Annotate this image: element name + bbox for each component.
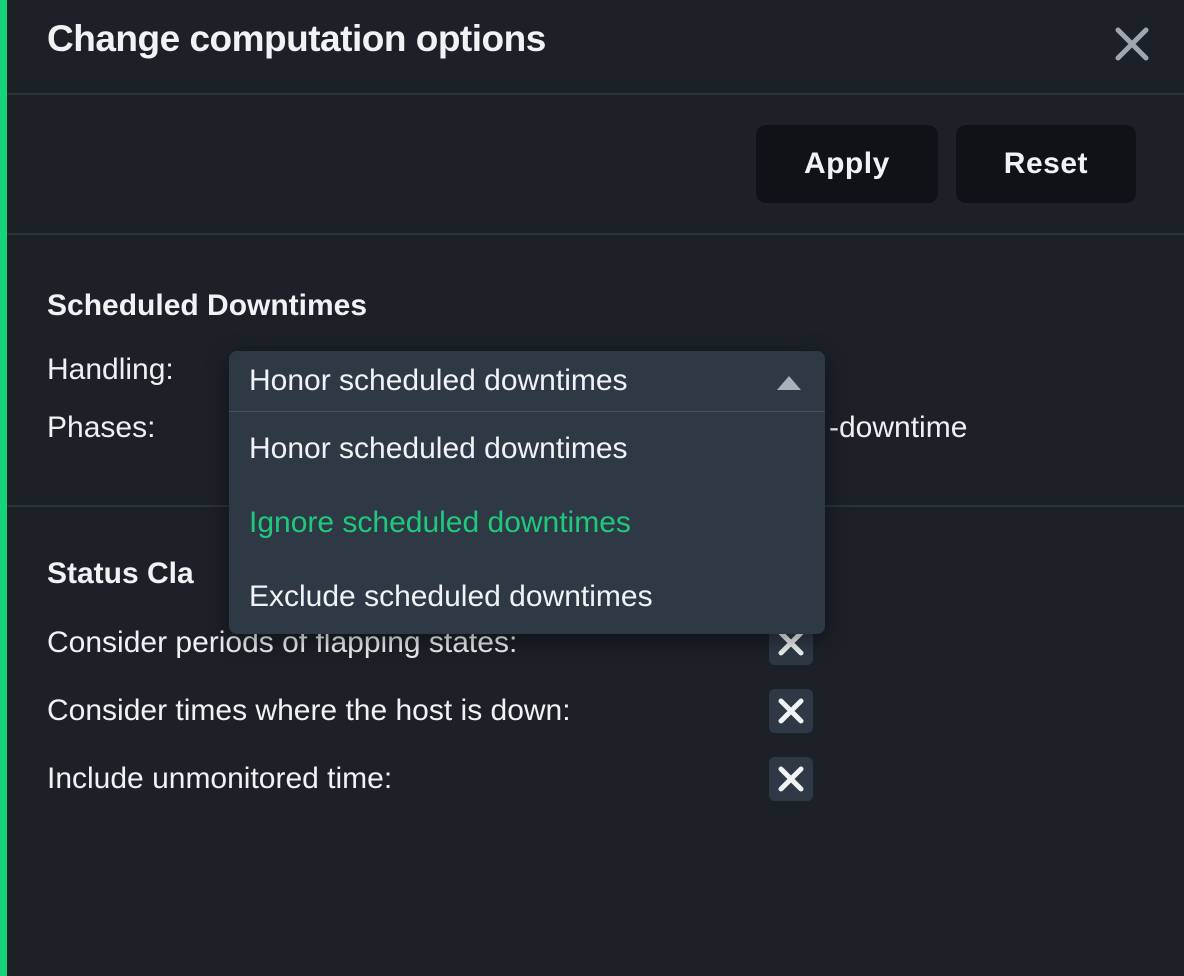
chevron-up-icon bbox=[777, 376, 801, 390]
dropdown-selected-label: Honor scheduled downtimes bbox=[249, 364, 628, 398]
checkbox-unmonitored[interactable] bbox=[769, 757, 813, 801]
reset-button[interactable]: Reset bbox=[956, 125, 1136, 203]
apply-button[interactable]: Apply bbox=[756, 125, 938, 203]
dropdown-option-exclude[interactable]: Exclude scheduled downtimes bbox=[229, 560, 825, 634]
modal-header: Change computation options bbox=[7, 0, 1184, 95]
phases-label: Phases: bbox=[47, 411, 229, 445]
dropdown-option-honor[interactable]: Honor scheduled downtimes bbox=[229, 412, 825, 486]
close-icon bbox=[777, 697, 805, 725]
scheduled-downtimes-section: Scheduled Downtimes Handling: Honor sche… bbox=[7, 235, 1184, 445]
section-title-downtimes: Scheduled Downtimes bbox=[47, 289, 1144, 323]
status-row-host-down: Consider times where the host is down: bbox=[47, 689, 1144, 733]
modal-actions: Apply Reset bbox=[7, 95, 1184, 235]
phases-value-suffix: -downtime bbox=[829, 411, 967, 445]
close-icon bbox=[1110, 22, 1154, 66]
close-button[interactable] bbox=[1110, 18, 1154, 71]
close-icon bbox=[777, 765, 805, 793]
dropdown-option-ignore[interactable]: Ignore scheduled downtimes bbox=[229, 486, 825, 560]
status-row-unmonitored: Include unmonitored time: bbox=[47, 757, 1144, 801]
dropdown-selected[interactable]: Honor scheduled downtimes bbox=[229, 351, 825, 412]
modal-title: Change computation options bbox=[47, 18, 546, 60]
handling-row: Handling: Honor scheduled downtimes Hono… bbox=[47, 353, 1144, 387]
handling-dropdown[interactable]: Honor scheduled downtimes Honor schedule… bbox=[229, 351, 825, 634]
handling-label: Handling: bbox=[47, 353, 229, 387]
computation-options-modal: Change computation options Apply Reset S… bbox=[7, 0, 1184, 976]
status-label-host-down: Consider times where the host is down: bbox=[47, 694, 769, 728]
checkbox-host-down[interactable] bbox=[769, 689, 813, 733]
status-label-unmonitored: Include unmonitored time: bbox=[47, 762, 769, 796]
